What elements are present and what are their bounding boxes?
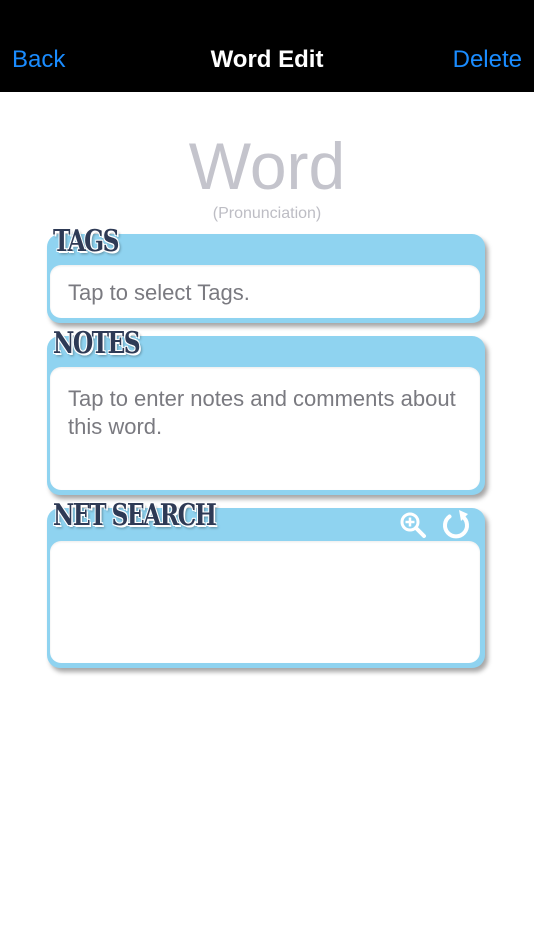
tags-field[interactable]: Tap to select Tags. — [50, 265, 480, 318]
navigation-bar: Back Word Edit Delete — [0, 0, 534, 92]
net-search-content[interactable] — [50, 541, 480, 663]
notes-field[interactable]: Tap to enter notes and comments about th… — [50, 367, 480, 490]
tags-placeholder: Tap to select Tags. — [68, 280, 250, 305]
net-search-title: NET SEARCH — [53, 498, 217, 533]
pronunciation-label[interactable]: (Pronunciation) — [0, 205, 534, 223]
tags-title: TAGS — [53, 224, 119, 259]
notes-placeholder: Tap to enter notes and comments about th… — [68, 386, 456, 439]
notes-card: NOTES Tap to enter notes and comments ab… — [47, 326, 485, 495]
tags-card: TAGS Tap to select Tags. — [47, 224, 485, 323]
word-title[interactable]: Word — [0, 128, 534, 204]
net-search-card: NET SEARCH — [47, 498, 485, 668]
zoom-in-icon[interactable] — [399, 511, 427, 544]
notes-title: NOTES — [53, 326, 141, 361]
delete-button[interactable]: Delete — [453, 46, 522, 74]
